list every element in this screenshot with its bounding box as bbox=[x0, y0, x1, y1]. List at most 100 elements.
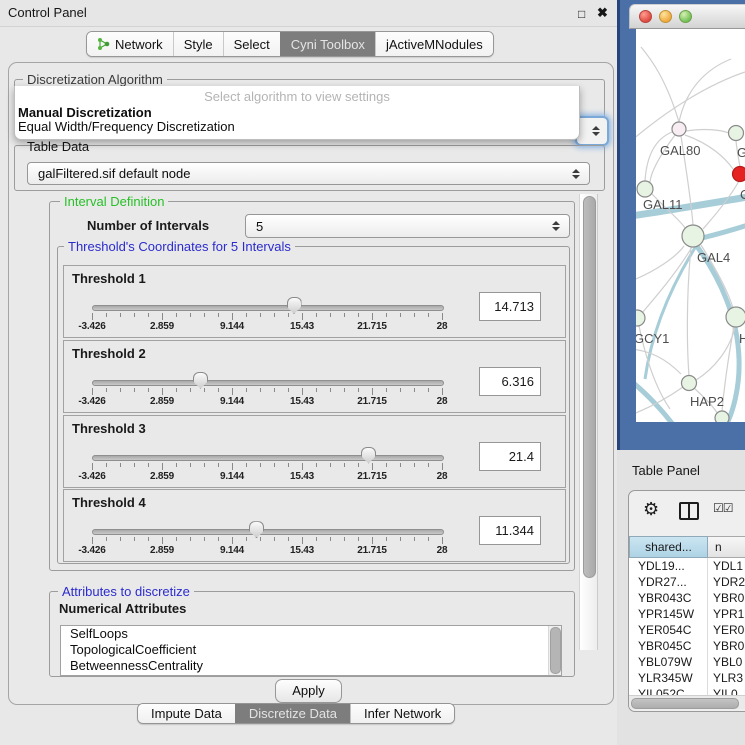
table-row[interactable]: YBL079WYBL0 bbox=[629, 654, 745, 670]
numerical-attributes-list[interactable]: SelfLoopsTopologicalCoefficientBetweenne… bbox=[60, 625, 562, 676]
slider-tick-label: 21.715 bbox=[357, 321, 386, 332]
slider-tick bbox=[316, 388, 317, 392]
network-node-ga[interactable] bbox=[729, 126, 744, 141]
slider-tick bbox=[246, 463, 247, 467]
column-header-name[interactable]: n bbox=[708, 536, 745, 558]
table-row[interactable]: YDR27...YDR2 bbox=[629, 574, 745, 590]
slider-tick bbox=[288, 313, 289, 317]
float-window-icon[interactable]: □ bbox=[578, 6, 585, 22]
slider-tick bbox=[148, 388, 149, 392]
table-row[interactable]: YPR145WYPR1 bbox=[629, 606, 745, 622]
table-horizontal-scrollbar[interactable] bbox=[629, 695, 745, 709]
slider-tick-label: 21.715 bbox=[357, 471, 386, 482]
network-graph: GAL80GACGAL11GAL4GCY1HHAP2 bbox=[636, 29, 745, 422]
table-row[interactable]: YLR345WYLR3 bbox=[629, 670, 745, 686]
attribute-list-item[interactable]: BetweennessCentrality bbox=[61, 658, 561, 674]
attribute-list-item[interactable]: TopologicalCoefficient bbox=[61, 642, 561, 658]
scrollbar-thumb[interactable] bbox=[550, 627, 561, 674]
network-edge[interactable] bbox=[636, 381, 686, 422]
split-columns-icon[interactable] bbox=[679, 502, 699, 520]
slider-thumb[interactable] bbox=[193, 372, 208, 389]
algorithm-option-manual[interactable]: Manual Discretization bbox=[18, 105, 576, 120]
close-icon[interactable]: ✖ bbox=[597, 5, 608, 21]
zoom-traffic-light-icon[interactable] bbox=[679, 10, 692, 23]
right-region: GAL80GACGAL11GAL4GCY1HHAP2 Table Panel ⚙… bbox=[617, 0, 745, 745]
table-row[interactable]: YBR043CYBR0 bbox=[629, 590, 745, 606]
number-of-intervals-combobox[interactable]: 5 bbox=[245, 214, 570, 238]
scrollbar-thumb[interactable] bbox=[583, 196, 596, 578]
threshold-value-field[interactable]: 14.713 bbox=[479, 292, 541, 321]
network-node-hap2[interactable] bbox=[682, 376, 697, 391]
network-node-gal11[interactable] bbox=[637, 181, 653, 197]
tab-label: Select bbox=[234, 37, 270, 52]
network-window-titlebar[interactable] bbox=[629, 4, 745, 29]
close-traffic-light-icon[interactable] bbox=[639, 10, 652, 23]
tab-select[interactable]: Select bbox=[223, 32, 280, 56]
algorithm-combobox-focused[interactable] bbox=[575, 116, 609, 146]
network-edge[interactable] bbox=[636, 349, 681, 374]
threshold-value-field[interactable]: 6.316 bbox=[479, 367, 541, 396]
slider-tick-label: -3.426 bbox=[78, 321, 105, 332]
network-edge[interactable] bbox=[636, 246, 684, 281]
number-of-intervals-label: Number of Intervals bbox=[87, 218, 209, 233]
slider-thumb[interactable] bbox=[287, 297, 302, 314]
slider-track[interactable] bbox=[92, 380, 444, 386]
number-of-intervals-value: 5 bbox=[256, 219, 263, 234]
settings-vertical-scrollbar[interactable] bbox=[579, 194, 598, 650]
table-data-combobox[interactable]: galFiltered.sif default node bbox=[27, 162, 590, 185]
slider-tick bbox=[106, 388, 107, 392]
tab-cyni-toolbox[interactable]: Cyni Toolbox bbox=[280, 32, 375, 56]
slider-track[interactable] bbox=[92, 305, 444, 311]
shared-name-cell: YBL079W bbox=[629, 654, 708, 670]
table-row[interactable]: YER054CYER0 bbox=[629, 622, 745, 638]
scrollbar-thumb[interactable] bbox=[631, 698, 739, 709]
combo-stepper-icon bbox=[552, 221, 560, 231]
tab-jactivemnodules[interactable]: jActiveMNodules bbox=[375, 32, 493, 56]
network-node-gcy1[interactable] bbox=[636, 310, 645, 326]
tab-style[interactable]: Style bbox=[173, 32, 223, 56]
network-edge[interactable] bbox=[702, 225, 745, 238]
checkboxes-icon[interactable]: ☑☑ bbox=[713, 501, 733, 515]
slider-thumb[interactable] bbox=[249, 521, 264, 538]
slider-tick bbox=[400, 388, 401, 392]
tab-impute-data[interactable]: Impute Data bbox=[138, 704, 235, 723]
algorithm-option-equal-width[interactable]: Equal Width/Frequency Discretization bbox=[18, 119, 576, 134]
interval-definition-group-title: Interval Definition bbox=[60, 194, 168, 209]
slider-track[interactable] bbox=[92, 529, 444, 535]
network-edge[interactable] bbox=[641, 47, 679, 122]
slider-tick bbox=[344, 313, 345, 317]
slider-tick bbox=[316, 537, 317, 541]
attributes-list-scrollbar[interactable] bbox=[548, 626, 561, 675]
slider-tick bbox=[260, 537, 261, 541]
tab-infer-network[interactable]: Infer Network bbox=[350, 704, 454, 723]
control-panel-titlebar: Control Panel □ ✖ bbox=[0, 0, 617, 27]
network-node-gal4[interactable] bbox=[682, 225, 704, 247]
name-cell: YER0 bbox=[708, 622, 745, 638]
shared-name-cell: YDR27... bbox=[629, 574, 708, 590]
slider-tick-label: 9.144 bbox=[220, 471, 244, 482]
network-edge[interactable] bbox=[679, 59, 731, 122]
table-row[interactable]: YBR045CYBR0 bbox=[629, 638, 745, 654]
minimize-traffic-light-icon[interactable] bbox=[659, 10, 672, 23]
network-view-canvas[interactable]: GAL80GACGAL11GAL4GCY1HHAP2 bbox=[636, 29, 745, 422]
slider-tick bbox=[330, 388, 331, 392]
slider-thumb[interactable] bbox=[361, 447, 376, 464]
attribute-list-item[interactable]: SelfLoops bbox=[61, 626, 561, 642]
threshold-value-field[interactable]: 11.344 bbox=[479, 516, 541, 545]
table-row[interactable]: YDL19...YDL1 bbox=[629, 558, 745, 574]
gear-icon[interactable]: ⚙ bbox=[643, 498, 659, 520]
network-node-gal80[interactable] bbox=[672, 122, 686, 136]
network-edge[interactable] bbox=[686, 130, 729, 133]
tab-discretize-data[interactable]: Discretize Data bbox=[235, 704, 350, 723]
slider-tick-label: -3.426 bbox=[78, 396, 105, 407]
network-node[interactable] bbox=[715, 411, 729, 422]
tab-network[interactable]: Network bbox=[87, 32, 173, 56]
network-node-h[interactable] bbox=[726, 307, 745, 327]
network-node-c[interactable] bbox=[733, 167, 745, 182]
threshold-label: Threshold 2 bbox=[72, 346, 146, 361]
column-header-shared-name[interactable]: shared... bbox=[629, 536, 708, 558]
threshold-value-field[interactable]: 21.4 bbox=[479, 442, 541, 471]
slider-track[interactable] bbox=[92, 455, 444, 461]
apply-button[interactable]: Apply bbox=[275, 679, 342, 703]
network-edge[interactable] bbox=[687, 247, 691, 376]
